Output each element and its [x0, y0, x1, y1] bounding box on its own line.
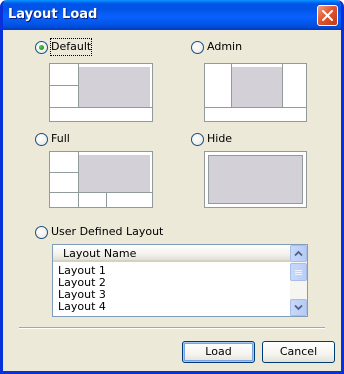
layout-name-column-header[interactable]: Layout Name	[53, 245, 290, 262]
default-preview-main-pane	[79, 67, 150, 107]
full-radio[interactable]	[35, 133, 48, 146]
hide-layout-preview[interactable]	[204, 151, 307, 208]
load-button[interactable]: Load	[182, 341, 255, 363]
close-icon	[322, 10, 333, 21]
full-preview-divider-bottom-split	[106, 192, 107, 207]
layout-list-scrollbar[interactable]	[290, 245, 307, 316]
full-layout-preview[interactable]	[49, 151, 153, 208]
window-title: Layout Load	[8, 7, 98, 22]
close-button[interactable]	[317, 5, 338, 26]
admin-radio[interactable]	[191, 41, 204, 54]
default-radio[interactable]	[35, 41, 48, 54]
button-separator	[19, 327, 325, 329]
scroll-up-button[interactable]	[290, 245, 307, 262]
default-preview-divider-left	[50, 85, 79, 86]
admin-preview-main-pane	[232, 67, 282, 107]
admin-preview-divider-bottom	[205, 107, 306, 108]
default-preview-divider-v	[78, 64, 79, 108]
default-preview-divider-bottom	[50, 107, 152, 108]
admin-layout-preview[interactable]	[204, 63, 307, 122]
chevron-up-icon	[294, 250, 303, 257]
user-defined-radio[interactable]	[35, 226, 48, 239]
chevron-down-icon	[294, 304, 303, 311]
full-preview-divider-bottom	[50, 192, 152, 193]
layout-name-header-label: Layout Name	[63, 247, 137, 260]
full-preview-main-pane	[79, 155, 150, 192]
admin-preview-divider-right	[282, 64, 283, 108]
hide-preview-main-pane	[208, 155, 303, 204]
default-layout-preview[interactable]	[49, 63, 153, 122]
cancel-button[interactable]: Cancel	[262, 341, 335, 363]
scroll-thumb[interactable]	[290, 263, 307, 281]
admin-label[interactable]: Admin	[207, 39, 242, 55]
user-defined-label[interactable]: User Defined Layout	[51, 224, 163, 240]
hide-label[interactable]: Hide	[207, 131, 232, 147]
admin-preview-divider-left	[231, 64, 232, 108]
default-label[interactable]: Default	[49, 38, 93, 56]
layout-list[interactable]: Layout Name Layout 1 Layout 2 Layout 3 L…	[52, 244, 308, 317]
layout-load-dialog: Layout Load Default Admin Full Hide User…	[0, 0, 344, 374]
full-preview-divider-left	[50, 172, 79, 173]
full-label[interactable]: Full	[51, 131, 70, 147]
title-bar[interactable]: Layout Load	[3, 0, 341, 30]
scroll-down-button[interactable]	[290, 299, 307, 316]
list-item[interactable]: Layout 4	[58, 301, 106, 313]
hide-radio[interactable]	[191, 133, 204, 146]
full-preview-divider-v	[78, 152, 79, 207]
